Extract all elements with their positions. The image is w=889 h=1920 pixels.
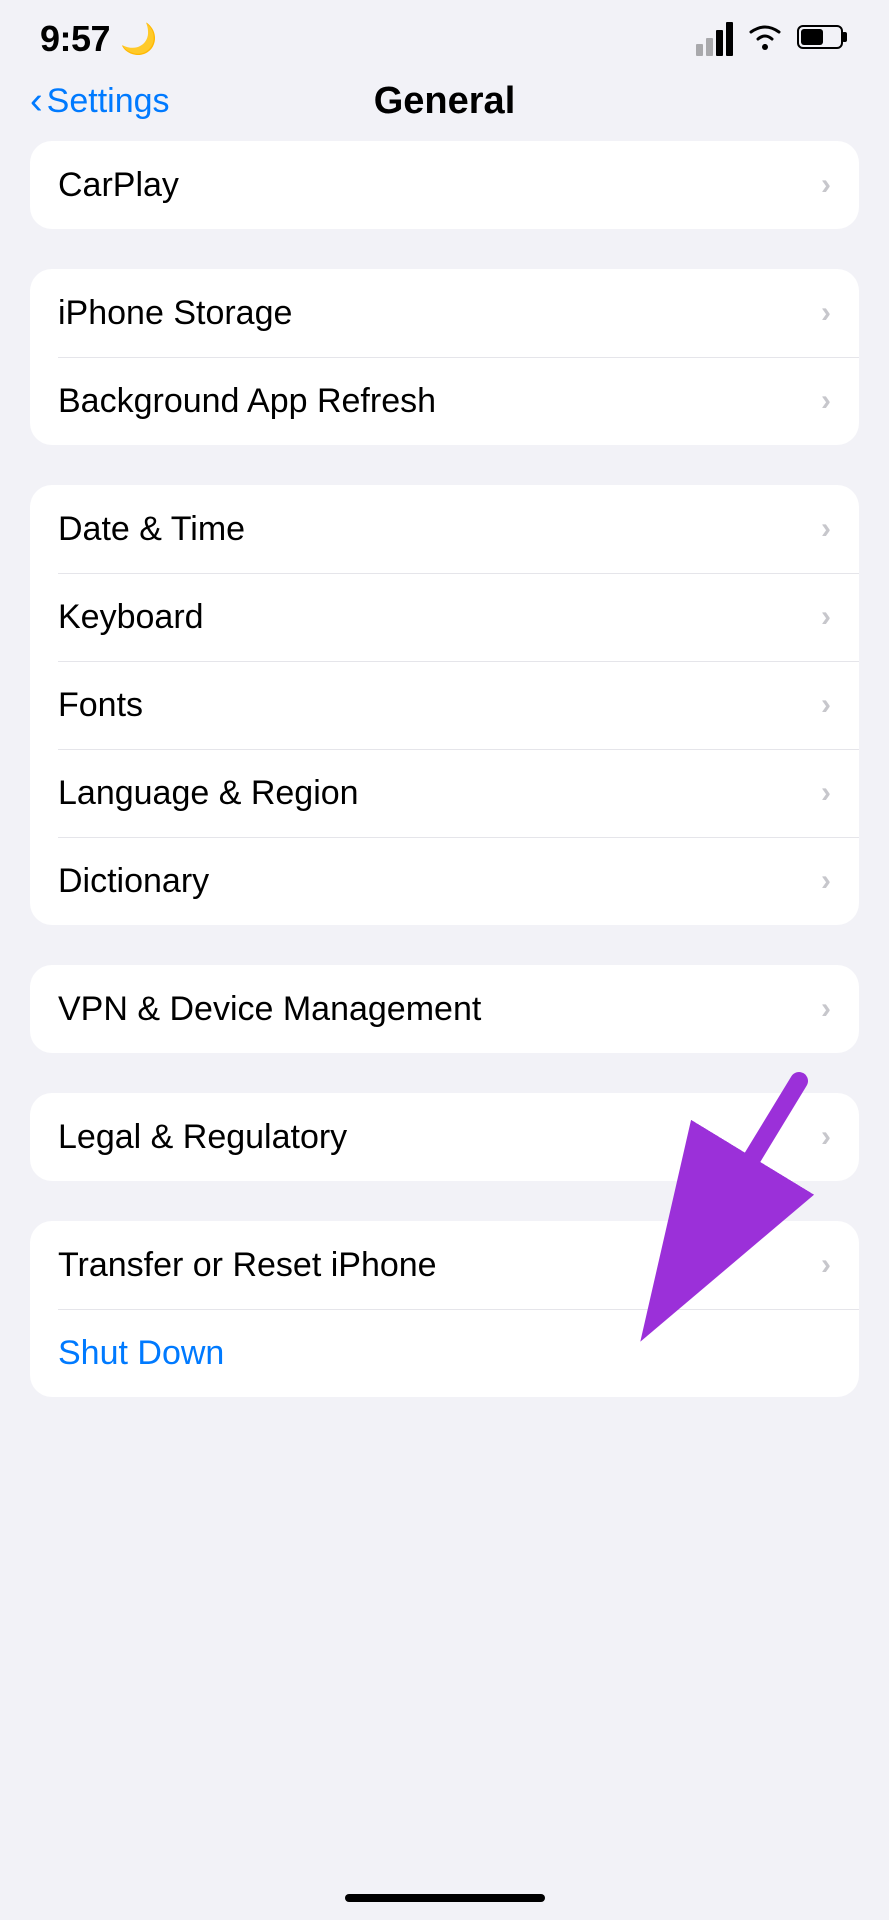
background-app-refresh-item[interactable]: Background App Refresh › [30, 357, 859, 445]
carplay-section: CarPlay › [30, 141, 859, 229]
date-time-item[interactable]: Date & Time › [30, 485, 859, 573]
settings-content: CarPlay › iPhone Storage › Background Ap… [0, 141, 889, 1397]
dictionary-item[interactable]: Dictionary › [30, 837, 859, 925]
keyboard-chevron-icon: › [821, 602, 831, 632]
wifi-icon [745, 22, 785, 57]
language-region-label: Language & Region [58, 774, 359, 813]
legal-regulatory-item[interactable]: Legal & Regulatory › [30, 1093, 859, 1181]
reset-section-wrapper: Transfer or Reset iPhone › Shut Down [30, 1221, 859, 1397]
carplay-label: CarPlay [58, 166, 179, 205]
back-button[interactable]: ‹ Settings [30, 82, 170, 121]
iphone-storage-item[interactable]: iPhone Storage › [30, 269, 859, 357]
language-region-chevron-icon: › [821, 778, 831, 808]
reset-section: Transfer or Reset iPhone › Shut Down [30, 1221, 859, 1397]
signal-icon [696, 22, 733, 56]
keyboard-label: Keyboard [58, 598, 204, 637]
vpn-chevron-icon: › [821, 994, 831, 1024]
vpn-section: VPN & Device Management › [30, 965, 859, 1053]
vpn-device-management-label: VPN & Device Management [58, 990, 481, 1029]
legal-regulatory-label: Legal & Regulatory [58, 1118, 347, 1157]
legal-section: Legal & Regulatory › [30, 1093, 859, 1181]
status-icons [696, 22, 849, 57]
back-chevron-icon: ‹ [30, 82, 43, 120]
carplay-item[interactable]: CarPlay › [30, 141, 859, 229]
carplay-chevron-icon: › [821, 170, 831, 200]
dictionary-label: Dictionary [58, 862, 209, 901]
home-indicator [345, 1894, 545, 1902]
nav-header: ‹ Settings General [0, 70, 889, 141]
date-time-chevron-icon: › [821, 514, 831, 544]
background-app-refresh-label: Background App Refresh [58, 382, 436, 421]
legal-chevron-icon: › [821, 1122, 831, 1152]
dictionary-chevron-icon: › [821, 866, 831, 896]
language-section: Date & Time › Keyboard › Fonts › Languag… [30, 485, 859, 925]
fonts-item[interactable]: Fonts › [30, 661, 859, 749]
date-time-label: Date & Time [58, 510, 245, 549]
shut-down-item[interactable]: Shut Down [30, 1309, 859, 1397]
page-title: General [374, 80, 516, 123]
status-time: 9:57 [40, 18, 110, 60]
iphone-storage-label: iPhone Storage [58, 294, 292, 333]
battery-icon [797, 23, 849, 56]
status-bar: 9:57 🌙 [0, 0, 889, 70]
transfer-reset-label: Transfer or Reset iPhone [58, 1246, 437, 1285]
storage-section: iPhone Storage › Background App Refresh … [30, 269, 859, 445]
background-app-refresh-chevron-icon: › [821, 386, 831, 416]
iphone-storage-chevron-icon: › [821, 298, 831, 328]
keyboard-item[interactable]: Keyboard › [30, 573, 859, 661]
fonts-label: Fonts [58, 686, 143, 725]
fonts-chevron-icon: › [821, 690, 831, 720]
moon-icon: 🌙 [120, 22, 157, 57]
vpn-device-management-item[interactable]: VPN & Device Management › [30, 965, 859, 1053]
language-region-item[interactable]: Language & Region › [30, 749, 859, 837]
transfer-reset-chevron-icon: › [821, 1250, 831, 1280]
back-label: Settings [47, 82, 170, 121]
transfer-reset-item[interactable]: Transfer or Reset iPhone › [30, 1221, 859, 1309]
shut-down-label: Shut Down [58, 1334, 224, 1373]
